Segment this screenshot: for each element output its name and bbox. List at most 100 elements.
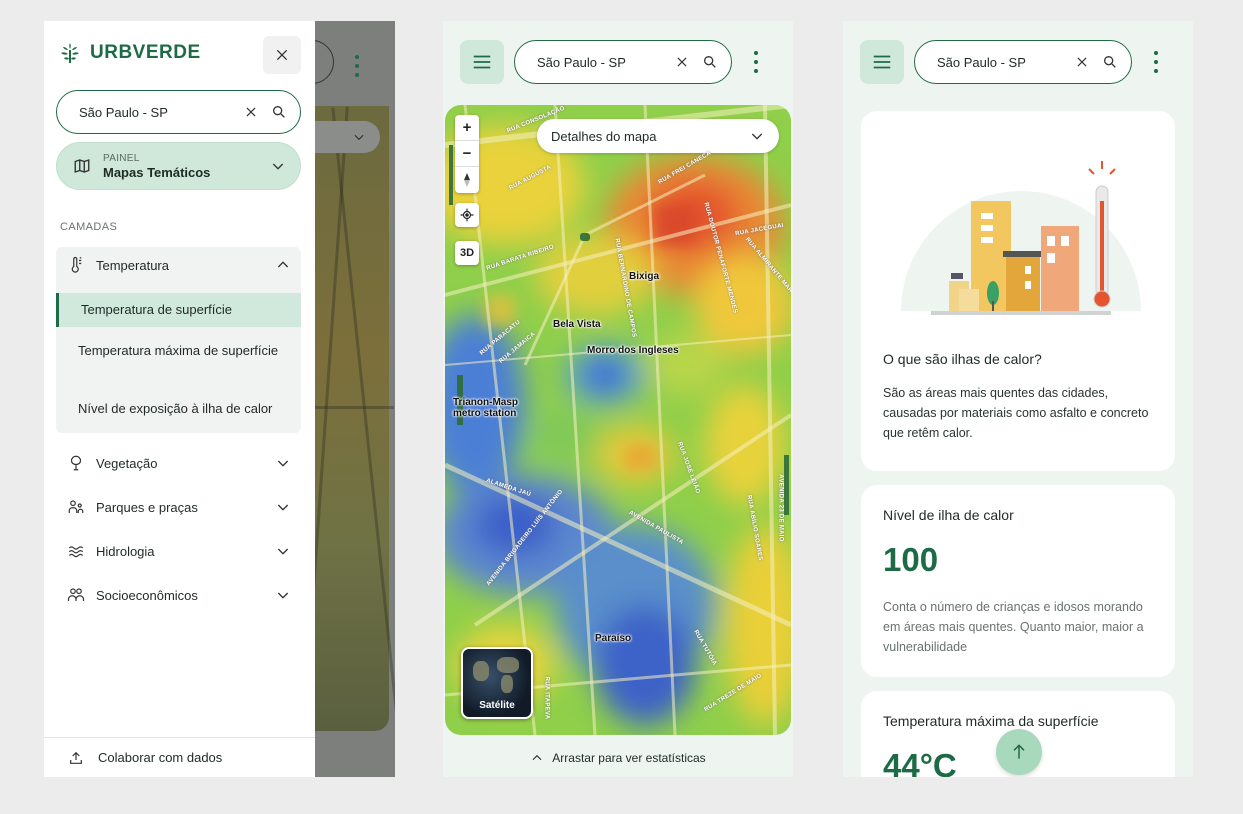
locate-icon — [460, 208, 474, 222]
heatmap-map[interactable]: + − 3D Detalhes do mapa Bixiga Bela Vist… — [445, 105, 791, 735]
compass-button[interactable] — [455, 167, 479, 193]
locate-button[interactable] — [455, 203, 479, 227]
layer-hydrology[interactable]: Hidrologia — [56, 533, 301, 569]
group-icon — [66, 585, 86, 605]
thermometer-icon — [66, 255, 86, 275]
search-bar[interactable]: São Paulo - SP — [56, 90, 301, 134]
place-label: Paraíso — [595, 633, 632, 644]
chevron-down-icon — [277, 592, 289, 599]
heat-island-illustration — [901, 161, 1141, 315]
collaborate-label: Colaborar com dados — [98, 750, 223, 765]
place-label: Bixiga — [629, 271, 660, 282]
menu-button[interactable] — [860, 40, 904, 84]
sublayer-max-surface-temperature[interactable]: Temperatura máxima de superfície — [56, 341, 301, 361]
upload-icon — [70, 751, 82, 764]
chevron-down-icon — [277, 460, 289, 467]
chevron-up-icon — [532, 754, 542, 761]
search-input[interactable]: São Paulo - SP — [537, 55, 663, 70]
arrow-up-icon — [1013, 744, 1025, 759]
screen-layers-drawer: URBVERDE São Paulo - SP PAINEL Mapas Tem… — [44, 21, 395, 777]
search-icon[interactable] — [701, 53, 719, 71]
map-icon — [74, 159, 90, 173]
max-temperature-value: 44°C — [883, 747, 957, 777]
menu-button[interactable] — [460, 40, 504, 84]
layer-label: Vegetação — [96, 455, 158, 471]
layer-vegetation[interactable]: Vegetação — [56, 445, 301, 481]
layers-section-label: CAMADAS — [60, 221, 118, 233]
heat-island-info-card: O que são ilhas de calor? São as áreas m… — [861, 111, 1175, 471]
dimmed-map — [302, 106, 395, 731]
more-options-icon[interactable] — [751, 51, 761, 73]
sublayer-surface-temperature[interactable]: Temperatura de superfície — [56, 293, 301, 327]
card-body: São as áreas mais quentes das cidades, c… — [883, 386, 1149, 440]
place-label: Bela Vista — [553, 319, 601, 330]
chevron-down-icon — [277, 548, 289, 555]
street-label: AVENIDA 23 DE MAIO — [777, 474, 784, 542]
layer-socioeconomic[interactable]: Socioeconômicos — [56, 577, 301, 613]
hamburger-icon — [473, 55, 491, 69]
more-options-icon[interactable] — [1151, 51, 1161, 73]
panel-selector[interactable]: PAINEL Mapas Temáticos — [56, 142, 301, 190]
hamburger-icon — [873, 55, 891, 69]
layer-label: Hidrologia — [96, 543, 155, 559]
heat-island-level-card: Nível de ilha de calor 100 Conta o númer… — [861, 485, 1175, 677]
dimmed-map-details — [314, 121, 380, 153]
drag-label: Arrastar para ver estatísticas — [552, 751, 706, 765]
street-label: RUA ITAPEVA — [543, 676, 550, 720]
card-title: Nível de ilha de calor — [883, 507, 1014, 523]
layer-label: Temperatura — [96, 257, 169, 273]
collaborate-button[interactable]: Colaborar com dados — [44, 737, 315, 777]
people-icon — [66, 497, 86, 517]
chevron-up-icon — [277, 261, 289, 268]
zoom-controls: + − — [455, 115, 479, 193]
card-title: Temperatura máxima da superfície — [883, 713, 1099, 729]
place-label: Trianon-Masp — [453, 397, 519, 408]
drag-stats-handle[interactable]: Arrastar para ver estatísticas — [443, 751, 793, 765]
panel-value: Mapas Temáticos — [103, 164, 211, 180]
map-details-label: Detalhes do mapa — [551, 128, 657, 144]
search-input[interactable]: São Paulo - SP — [937, 55, 1063, 70]
brand-logo: URBVERDE — [58, 41, 201, 65]
layers-drawer: URBVERDE São Paulo - SP PAINEL Mapas Tem… — [44, 21, 315, 777]
chevron-down-icon — [751, 133, 763, 140]
compass-icon — [464, 173, 470, 187]
satellite-label: Satélite — [479, 700, 515, 711]
place-label: metro station — [453, 408, 517, 419]
temperature-sublayers: Temperatura de superfície Temperatura má… — [56, 283, 301, 433]
heat-island-level-value: 100 — [883, 541, 939, 578]
clear-search-icon[interactable] — [242, 103, 260, 121]
search-input[interactable]: São Paulo - SP — [79, 105, 232, 120]
layer-temperature[interactable]: Temperatura — [56, 247, 301, 283]
clear-search-icon[interactable] — [1073, 53, 1091, 71]
search-bar[interactable]: São Paulo - SP — [514, 40, 732, 84]
chevron-down-icon — [272, 163, 284, 170]
search-bar[interactable]: São Paulo - SP — [914, 40, 1132, 84]
zoom-in-button[interactable]: + — [455, 115, 479, 141]
sublayer-heat-island-exposure[interactable]: Nível de exposição à ilha de calor — [56, 399, 301, 419]
map-details-dropdown[interactable]: Detalhes do mapa — [537, 119, 779, 153]
3d-button[interactable]: 3D — [455, 241, 479, 265]
layer-label: Socioeconômicos — [96, 587, 198, 603]
search-icon[interactable] — [1101, 53, 1119, 71]
layer-parks[interactable]: Parques e praças — [56, 489, 301, 525]
zoom-out-button[interactable]: − — [455, 141, 479, 167]
dimmed-kebab-icon — [352, 55, 362, 77]
screen-statistics: São Paulo - SP O que são ilhas de calor?… — [843, 21, 1193, 777]
search-icon[interactable] — [270, 103, 288, 121]
scroll-top-button[interactable] — [996, 729, 1042, 775]
clear-search-icon[interactable] — [673, 53, 691, 71]
place-label: Morro dos Ingleses — [587, 345, 679, 356]
leaf-logo-icon — [61, 43, 79, 63]
close-drawer-button[interactable] — [263, 36, 301, 74]
chevron-down-icon — [277, 504, 289, 511]
satellite-toggle[interactable]: Satélite — [461, 647, 533, 719]
waves-icon — [66, 541, 86, 561]
card-title: O que são ilhas de calor? — [883, 351, 1042, 367]
card-body: Conta o número de crianças e idosos mora… — [883, 600, 1144, 654]
layer-label: Parques e praças — [96, 499, 198, 515]
screen-map: São Paulo - SP + − 3D Detalhes do mapa B… — [443, 21, 793, 777]
panel-label: PAINEL — [103, 152, 140, 164]
close-icon — [276, 49, 288, 61]
brand-name: URBVERDE — [90, 42, 201, 63]
tree-icon — [66, 453, 86, 473]
